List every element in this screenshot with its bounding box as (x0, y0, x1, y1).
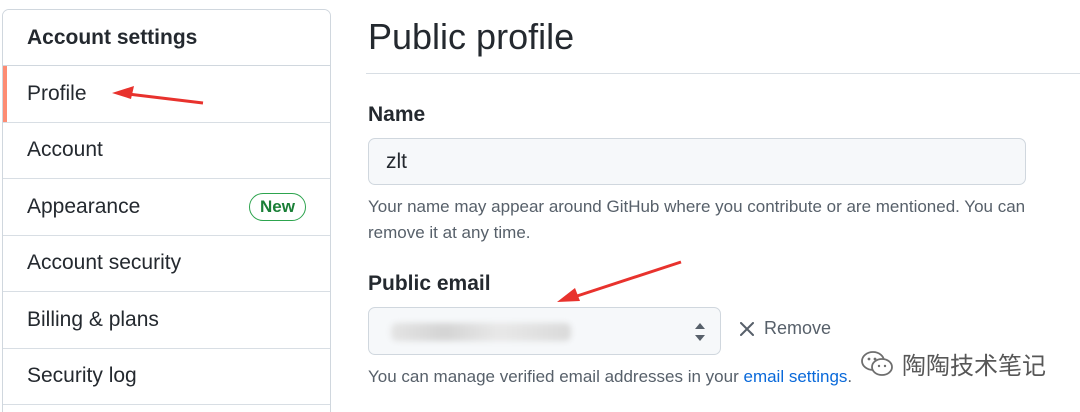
sidebar-item-label: Security log (27, 364, 137, 388)
remove-email-button[interactable]: Remove (740, 318, 831, 339)
email-settings-link[interactable]: email settings (743, 367, 847, 386)
wechat-icon (861, 350, 893, 376)
watermark-text: 陶陶技术笔记 (902, 352, 1046, 380)
new-badge: New (249, 192, 306, 221)
email-value-redacted (386, 321, 576, 341)
sidebar-item-account[interactable]: Account (3, 123, 330, 179)
email-help-suffix: . (847, 367, 853, 386)
page-title: Public profile (368, 16, 575, 57)
watermark: 陶陶技术笔记 (860, 346, 1046, 381)
name-label: Name (368, 103, 426, 126)
select-arrows-icon (695, 323, 705, 341)
sidebar-item-label: Profile (27, 81, 87, 105)
close-icon (740, 321, 754, 336)
sidebar-item-billing[interactable]: Billing & plans (3, 292, 330, 349)
public-email-select[interactable] (368, 307, 721, 355)
sidebar-item-label: Account security (27, 251, 182, 275)
title-divider (366, 73, 1080, 74)
sidebar-item-label: Appearance (27, 194, 141, 218)
name-input[interactable] (368, 138, 1026, 185)
settings-page: Account settings Profile Account Appeara… (0, 0, 1080, 412)
sidebar-item-appearance[interactable]: Appearance New (3, 179, 330, 236)
sidebar-item-label: Billing & plans (27, 307, 159, 331)
sidebar-item-profile[interactable]: Profile (3, 66, 330, 123)
sidebar-item-account-security[interactable]: Account security (3, 236, 330, 292)
name-help-text: Your name may appear around GitHub where… (368, 197, 1026, 242)
public-email-label: Public email (368, 272, 491, 295)
sidebar-header: Account settings (3, 10, 330, 66)
email-help-prefix: You can manage verified email addresses … (368, 367, 744, 386)
remove-label: Remove (764, 318, 832, 338)
sidebar-item-security-log[interactable]: Security log (3, 349, 330, 405)
settings-sidebar: Account settings Profile Account Appeara… (2, 9, 331, 412)
sidebar-item-label: Account (27, 138, 103, 162)
